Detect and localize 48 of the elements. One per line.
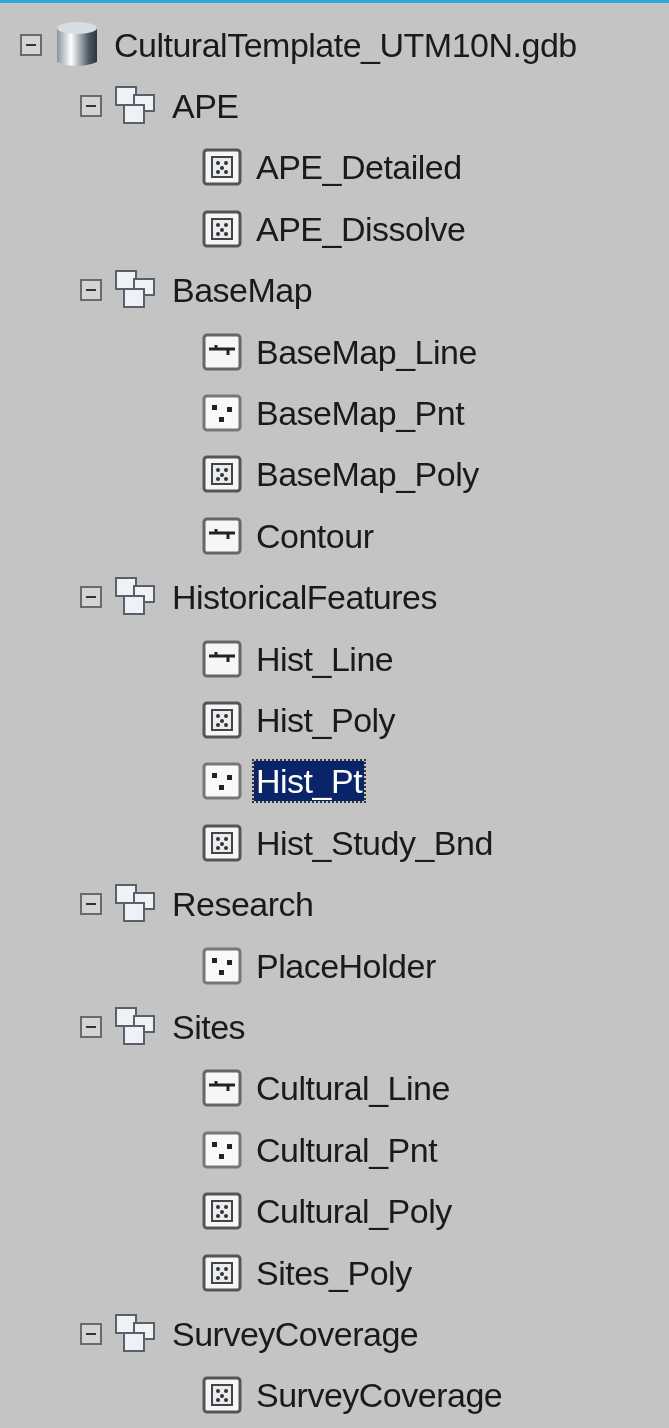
tree-item-label[interactable]: BaseMap [170,270,315,311]
tree-item-label[interactable]: Cultural_Pnt [254,1129,440,1170]
point-layer-icon [202,394,242,433]
tree-item-label[interactable]: CulturalTemplate_UTM10N.gdb [112,24,579,65]
collapse-toggle-icon[interactable] [80,1015,102,1038]
tree-item-label[interactable]: Hist_Study_Bnd [254,822,495,863]
tree-item-label[interactable]: PlaceHolder [254,945,438,986]
polygon-layer-icon [202,1192,242,1231]
polygon-layer-icon [202,701,242,739]
line-layer-icon [202,332,242,371]
line-layer-icon [202,516,242,555]
collapse-toggle-icon[interactable] [80,893,102,916]
tree-item-label[interactable]: SurveyCoverage [170,1313,421,1354]
tree-item-label[interactable]: APE [170,86,241,127]
tree-item-label[interactable]: HistoricalFeatures [170,577,439,618]
feature-dataset-icon [114,1005,158,1048]
point-layer-icon [202,946,242,985]
collapse-toggle-icon[interactable] [20,33,42,56]
tree-item-label[interactable]: Contour [254,515,376,556]
collapse-toggle-icon[interactable] [80,586,102,609]
tree-item-label[interactable]: BaseMap_Pnt [254,393,467,434]
tree-item-label[interactable]: Research [170,884,316,925]
tree-item-label[interactable]: Cultural_Line [254,1068,452,1109]
tree-item-label[interactable]: APE_Detailed [254,147,464,188]
collapse-toggle-icon[interactable] [80,95,102,118]
tree-item-label[interactable]: SurveyCoverage [254,1375,505,1416]
polygon-layer-icon [202,1376,242,1415]
tree-item-label[interactable]: BaseMap_Line [254,331,479,372]
collapse-toggle-icon[interactable] [80,279,102,302]
point-layer-icon [202,1130,242,1169]
tree-item-label[interactable]: APE_Dissolve [254,208,468,249]
polygon-layer-icon [202,148,242,187]
tree-item-label[interactable]: Cultural_Poly [254,1191,454,1232]
tree-item-label[interactable]: Hist_Line [254,638,396,679]
tree-item-label[interactable]: BaseMap_Poly [254,454,481,495]
line-layer-icon [202,1069,242,1108]
polygon-layer-icon [202,823,242,862]
tree-item-label[interactable]: Hist_Poly [254,700,398,740]
polygon-layer-icon [202,455,242,494]
tree-item-label[interactable]: Sites_Poly [254,1252,414,1293]
polygon-layer-icon [202,209,242,248]
tree-item-label[interactable]: Hist_Pt [254,761,365,802]
line-layer-icon [202,639,242,678]
polygon-layer-icon [202,1253,242,1292]
collapse-toggle-icon[interactable] [80,1322,102,1345]
tree-item-label[interactable]: Sites [170,1006,248,1047]
point-layer-icon [202,762,242,801]
feature-dataset-icon [114,1312,158,1355]
